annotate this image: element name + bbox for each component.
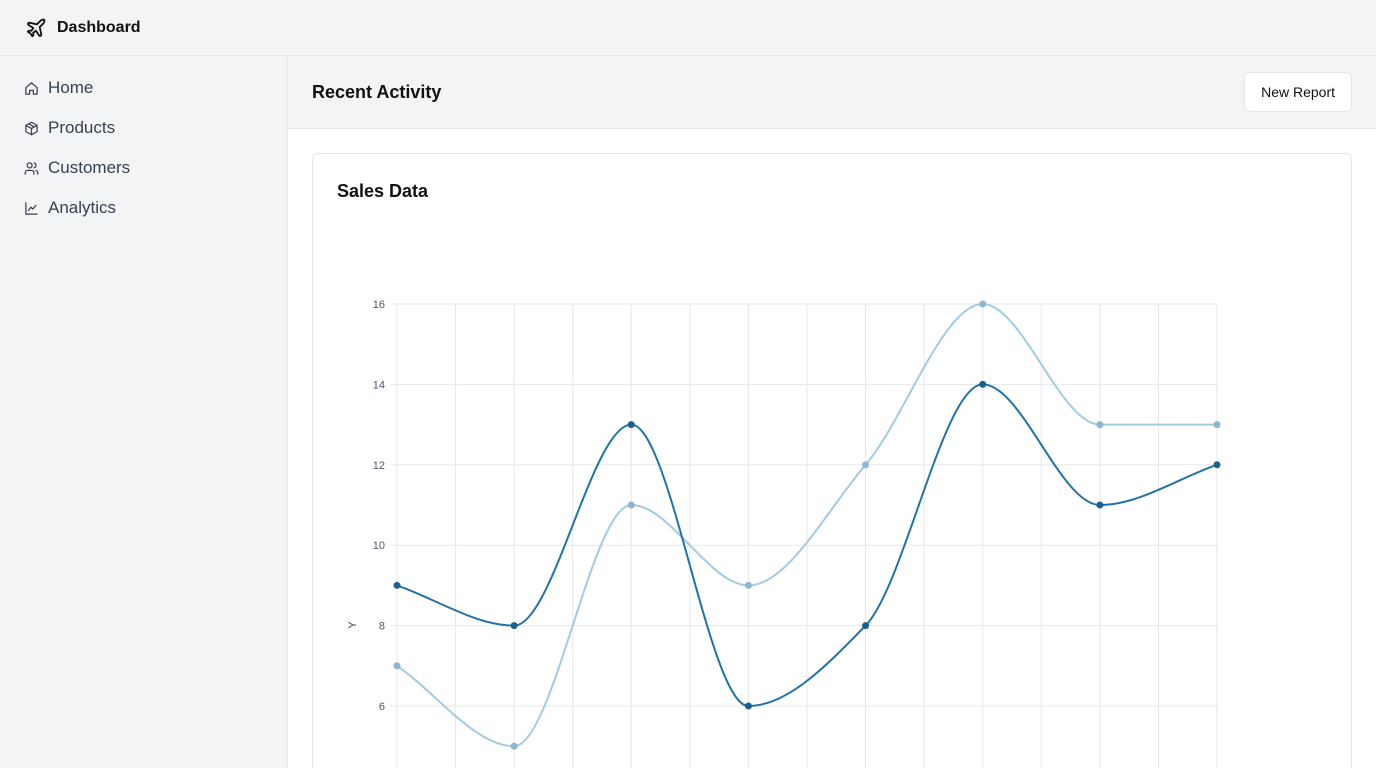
sales-data-card: Sales Data 6 8 10 12 14 16 Y <box>312 153 1352 768</box>
main-area: Recent Activity New Report Sales Data 68… <box>288 56 1376 768</box>
home-icon <box>25 81 38 95</box>
sidebar-item-products[interactable]: Products <box>0 108 287 148</box>
main-header: Recent Activity New Report <box>288 56 1376 129</box>
data-point <box>862 461 870 469</box>
sidebar-item-label: Customers <box>48 158 131 177</box>
plane-icon <box>26 18 46 37</box>
data-point <box>744 581 752 589</box>
y-tick-label: 8 <box>379 621 385 633</box>
data-point <box>979 300 987 308</box>
package-icon <box>25 121 38 135</box>
top-bar: Dashboard <box>0 0 1376 56</box>
sidebar-item-home[interactable]: Home <box>0 68 287 108</box>
app-title: Dashboard <box>57 18 141 36</box>
data-point <box>1213 461 1221 469</box>
page-title: Recent Activity <box>312 81 442 102</box>
data-point <box>510 622 518 630</box>
sidebar-item-customers[interactable]: Customers <box>0 148 287 188</box>
data-point <box>393 662 401 670</box>
data-point <box>627 501 635 509</box>
y-tick-label: 10 <box>373 540 385 552</box>
brand[interactable]: Dashboard <box>25 17 141 39</box>
sidebar-item-analytics[interactable]: Analytics <box>0 188 287 228</box>
sales-line-chart: 6 8 10 12 14 16 Y <box>347 299 1221 768</box>
y-axis-label: Y <box>347 621 359 629</box>
data-point <box>627 421 635 429</box>
y-tick-label: 12 <box>373 460 385 472</box>
sidebar-item-label: Analytics <box>48 198 117 217</box>
sidebar: Home Products Customers Analytics <box>0 56 288 768</box>
line-chart-icon <box>25 201 38 215</box>
data-point <box>979 380 987 388</box>
data-point <box>744 702 752 710</box>
y-tick-label: 6 <box>379 701 385 713</box>
data-point <box>862 622 870 630</box>
content-area: Sales Data 6 8 10 12 14 16 Y <box>288 129 1376 768</box>
data-point <box>1096 421 1104 429</box>
y-tick-label: 14 <box>373 379 385 391</box>
data-point <box>393 581 401 589</box>
data-point <box>1213 421 1221 429</box>
users-icon <box>24 161 39 175</box>
y-tick-label: 16 <box>373 299 385 311</box>
new-report-button[interactable]: New Report <box>1244 72 1352 112</box>
sidebar-item-label: Products <box>48 118 116 137</box>
data-point <box>1096 501 1104 509</box>
data-point <box>510 742 518 750</box>
sidebar-item-label: Home <box>48 78 94 97</box>
